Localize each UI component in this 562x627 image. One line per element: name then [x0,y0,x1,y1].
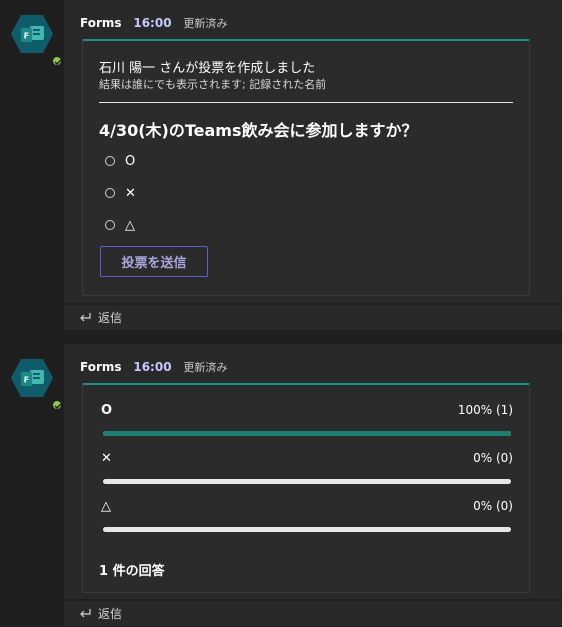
poll-creator-line: 石川 陽一 さんが投票を作成しました [99,61,316,76]
result-option-label: ✕ [101,451,112,466]
reply-button[interactable]: 返信 [64,600,562,626]
timestamp: 16:00 [133,16,172,30]
divider [99,102,513,103]
timestamp: 16:00 [133,360,172,374]
poll-option-label: △ [125,217,135,233]
reply-arrow-icon [78,608,92,620]
edited-indicator: 更新済み [183,361,228,374]
reply-label: 返信 [98,311,123,325]
result-row: △ 0% (0) [99,499,513,535]
poll-option[interactable]: O [105,151,135,171]
result-value: 0% (0) [473,499,513,513]
forms-app-icon: F [11,359,53,397]
presence-available-icon [51,399,63,411]
result-value: 0% (0) [473,451,513,465]
poll-option-label: ✕ [125,185,136,201]
result-bar-track [103,527,511,532]
svg-text:F: F [24,32,29,41]
message-thread-poll: F Forms 16:00 更新済み 石川 陽一 さんが投票を作成しました 結果… [0,0,562,331]
sender-name[interactable]: Forms [80,16,122,30]
forms-app-icon: F [11,15,53,53]
message-thread-results: F Forms 16:00 更新済み O 100% (1) ✕ 0% (0) △… [0,344,562,627]
submit-vote-button[interactable]: 投票を送信 [100,246,208,277]
result-bar-track [103,479,511,484]
message-bubble: Forms 16:00 更新済み 石川 陽一 さんが投票を作成しました 結果は誰… [64,0,562,303]
result-bar-fill [103,431,511,436]
result-option-label: O [101,403,113,418]
result-option-label: △ [101,499,111,514]
reply-arrow-icon [78,312,92,324]
reply-button[interactable]: 返信 [64,304,562,330]
avatar[interactable]: F [10,358,63,411]
radio-button[interactable] [105,220,115,230]
poll-question: 4/30(木)のTeams飲み会に参加しますか？ [99,121,418,140]
poll-visibility-line: 結果は誰にでも表示されます; 記録された名前 [99,78,327,91]
response-count: 1 件の回答 [99,564,165,579]
avatar[interactable]: F [10,14,63,67]
result-row: O 100% (1) [99,403,513,439]
result-row: ✕ 0% (0) [99,451,513,487]
message-header: Forms 16:00 更新済み [80,15,227,32]
sender-name[interactable]: Forms [80,360,122,374]
poll-option[interactable]: ✕ [105,183,136,203]
poll-option[interactable]: △ [105,215,135,235]
edited-indicator: 更新済み [183,17,228,30]
result-bar-track [103,431,511,436]
message-bubble: Forms 16:00 更新済み O 100% (1) ✕ 0% (0) △ 0… [64,344,562,599]
radio-button[interactable] [105,156,115,166]
svg-text:F: F [24,376,29,385]
poll-results-card: O 100% (1) ✕ 0% (0) △ 0% (0) 1 件の回答 [82,383,530,593]
message-header: Forms 16:00 更新済み [80,359,227,376]
result-value: 100% (1) [457,403,513,417]
radio-button[interactable] [105,188,115,198]
poll-card: 石川 陽一 さんが投票を作成しました 結果は誰にでも表示されます; 記録された名… [82,39,530,296]
reply-label: 返信 [98,607,123,621]
presence-available-icon [51,55,63,67]
poll-option-label: O [125,153,136,169]
